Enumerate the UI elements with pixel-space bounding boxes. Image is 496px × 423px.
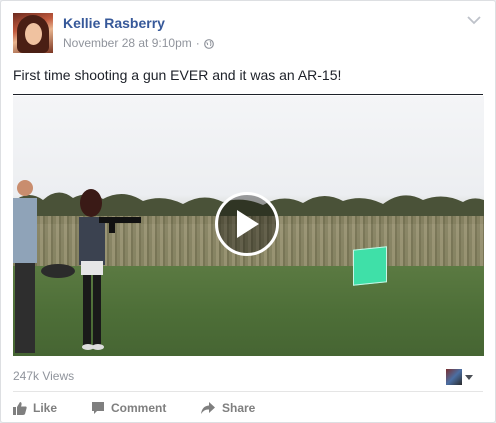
tire bbox=[41, 264, 75, 278]
target bbox=[353, 246, 387, 286]
play-icon bbox=[237, 210, 259, 238]
thumbs-up-icon bbox=[13, 402, 27, 415]
divider bbox=[13, 94, 483, 95]
share-label: Share bbox=[222, 401, 256, 415]
caret-down-icon[interactable] bbox=[465, 375, 473, 380]
video-player[interactable] bbox=[13, 96, 484, 356]
post-text: First time shooting a gun EVER and it wa… bbox=[13, 67, 342, 83]
action-bar: Like Comment Share bbox=[13, 399, 255, 417]
view-count[interactable]: 247k Views bbox=[13, 369, 74, 383]
page-avatar-icon[interactable] bbox=[446, 369, 462, 385]
like-label: Like bbox=[33, 401, 58, 415]
share-arrow-icon bbox=[201, 402, 215, 414]
post-header: Kellie Rasberry November 28 at 9:10pm · bbox=[13, 13, 483, 55]
divider bbox=[13, 391, 483, 392]
post-meta: November 28 at 9:10pm · bbox=[63, 36, 214, 50]
author-avatar[interactable] bbox=[13, 13, 53, 53]
comment-button[interactable]: Comment bbox=[91, 399, 200, 417]
post-card: Kellie Rasberry November 28 at 9:10pm · … bbox=[0, 0, 496, 423]
globe-icon[interactable] bbox=[203, 38, 214, 49]
play-button[interactable] bbox=[215, 192, 279, 256]
comment-icon bbox=[92, 402, 104, 414]
chevron-down-icon[interactable] bbox=[467, 15, 481, 25]
author-name[interactable]: Kellie Rasberry bbox=[63, 15, 165, 31]
post-timestamp[interactable]: November 28 at 9:10pm bbox=[63, 36, 192, 50]
shooter bbox=[79, 189, 141, 350]
like-button[interactable]: Like bbox=[13, 399, 91, 417]
comment-label: Comment bbox=[111, 401, 167, 415]
meta-separator: · bbox=[195, 36, 200, 50]
share-button[interactable]: Share bbox=[200, 399, 255, 417]
bystander bbox=[13, 180, 37, 353]
